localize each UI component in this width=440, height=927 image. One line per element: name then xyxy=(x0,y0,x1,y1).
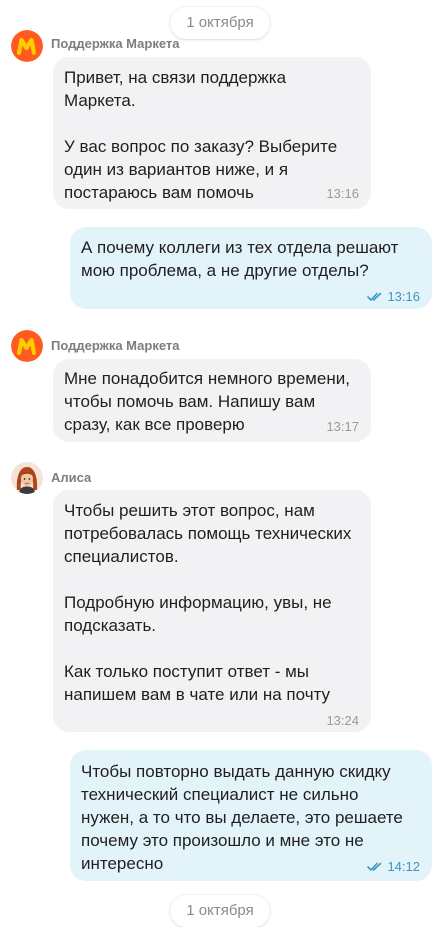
market-logo-avatar xyxy=(11,30,43,62)
incoming-message-bubble[interactable]: Мне понадобится немного времени, чтобы п… xyxy=(53,359,371,442)
outgoing-message-bubble[interactable]: Чтобы повторно выдать данную скидку техн… xyxy=(70,750,432,881)
chat-feed: 1 октября Поддержка Маркета Привет, на с… xyxy=(0,0,440,927)
sender-name: Поддержка Маркета xyxy=(51,338,180,353)
message-time: 13:16 xyxy=(326,186,359,201)
market-logo-avatar xyxy=(11,330,43,362)
outgoing-message-bubble[interactable]: А почему коллеги из тех отдела решают мо… xyxy=(70,227,432,309)
message-time: 13:16 xyxy=(387,289,420,304)
double-check-icon xyxy=(367,292,382,301)
date-separator: 1 октября xyxy=(170,895,270,927)
message-text: Чтобы решить этот вопрос, нам потребовал… xyxy=(64,501,352,704)
operator-avatar xyxy=(11,462,43,494)
message-time: 14:12 xyxy=(387,859,420,874)
sender-name: Алиса xyxy=(51,470,92,485)
message-time: 13:17 xyxy=(326,419,359,434)
double-check-icon xyxy=(367,862,382,871)
message-time: 13:24 xyxy=(326,713,359,728)
incoming-message-bubble[interactable]: Чтобы решить этот вопрос, нам потребовал… xyxy=(53,490,371,732)
message-status: 14:12 xyxy=(367,855,420,878)
message-text: А почему коллеги из тех отдела решают мо… xyxy=(81,238,399,280)
message-text: Чтобы повторно выдать данную скидку техн… xyxy=(81,762,403,873)
sender-name: Поддержка Маркета xyxy=(51,36,180,51)
incoming-message-bubble[interactable]: Привет, на связи поддержка Маркета. У ва… xyxy=(53,57,371,209)
message-text: Мне понадобится немного времени, чтобы п… xyxy=(64,369,350,434)
message-text: Привет, на связи поддержка Маркета. У ва… xyxy=(64,68,338,202)
message-status: 13:16 xyxy=(367,285,420,308)
date-separator: 1 октября xyxy=(170,7,270,39)
